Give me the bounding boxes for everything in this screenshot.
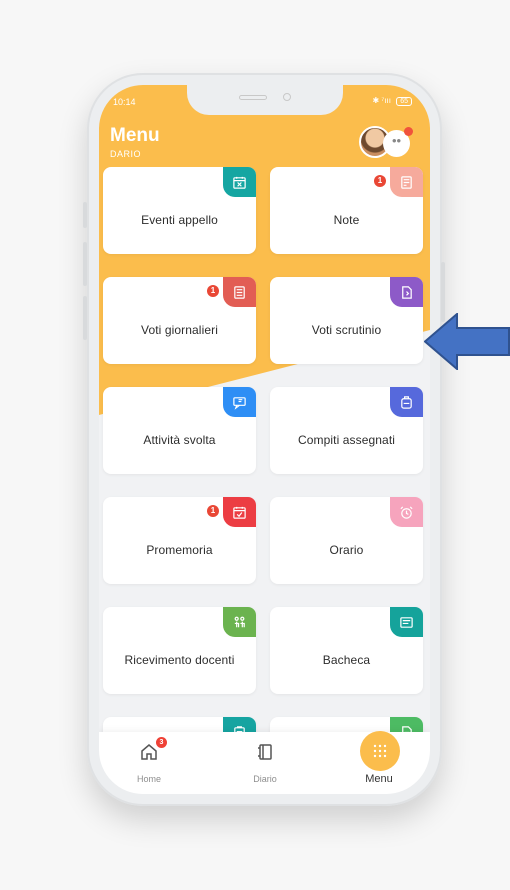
nav-diario[interactable]: Diario	[225, 732, 305, 794]
menu-card-label: Eventi appello	[141, 213, 218, 227]
menu-card-label: Orario	[329, 543, 364, 557]
nav-diario-label: Diario	[253, 774, 277, 784]
menu-card-label: Voti giornalieri	[141, 323, 218, 337]
note-icon	[390, 167, 423, 197]
nav-home[interactable]: 3 Home	[109, 732, 189, 794]
menu-card[interactable]: Orario	[270, 497, 423, 584]
signal-icon: ✱ ⁷ııı	[372, 96, 391, 105]
backpack-icon	[390, 387, 423, 417]
clipboard-icon	[223, 717, 256, 732]
document-icon	[390, 717, 423, 732]
nav-home-label: Home	[136, 774, 161, 784]
alarm-clock-icon	[390, 497, 423, 527]
bottom-navigation: 3 Home Diario Menu	[99, 731, 430, 794]
app-screen: 10:14 ✱ ⁷ııı 65 Menu DARIO •• Eventi app…	[99, 85, 430, 794]
battery-icon: 65	[396, 97, 412, 106]
menu-card-label: Ricevimento docenti	[124, 653, 235, 667]
home-badge: 3	[156, 737, 167, 748]
status-bar: 10:14 ✱ ⁷ııı 65	[99, 85, 430, 119]
calendar-check-icon	[223, 497, 256, 527]
status-time: 10:14	[113, 97, 136, 107]
notification-badge: 1	[374, 175, 386, 187]
notification-badge: 1	[207, 505, 219, 517]
diary-icon	[258, 744, 272, 760]
phone-notch	[187, 85, 343, 115]
menu-card[interactable]	[103, 717, 256, 732]
menu-card[interactable]: 1 Promemoria	[103, 497, 256, 584]
calendar-x-icon	[223, 167, 256, 197]
scrutiny-icon	[390, 277, 423, 307]
user-name: DARIO	[110, 149, 142, 159]
grades-icon	[223, 277, 256, 307]
menu-grid: Eventi appello 1 Note 1 Voti giornalieri Voti…	[99, 167, 430, 732]
page-header: Menu DARIO	[110, 125, 160, 159]
menu-card[interactable]: Eventi appello	[103, 167, 256, 254]
menu-card-label: Bacheca	[322, 653, 371, 667]
menu-card[interactable]: Compiti assegnati	[270, 387, 423, 474]
status-icons: ✱ ⁷ııı 65	[372, 96, 412, 106]
notification-dot	[404, 127, 413, 136]
menu-card[interactable]: Attività svolta	[103, 387, 256, 474]
menu-card-label: Promemoria	[146, 543, 213, 557]
nav-menu-label: Menu	[365, 773, 393, 785]
menu-card-label: Compiti assegnati	[297, 433, 396, 447]
grid-dots-icon	[360, 731, 400, 771]
menu-card[interactable]: Bacheca	[270, 607, 423, 694]
meeting-icon	[223, 607, 256, 637]
board-icon	[390, 607, 423, 637]
activity-icon	[223, 387, 256, 417]
menu-card[interactable]: Ricevimento docenti	[103, 607, 256, 694]
menu-card[interactable]	[270, 717, 423, 732]
menu-card[interactable]: 1 Voti giornalieri	[103, 277, 256, 364]
menu-card[interactable]: Voti scrutinio	[270, 277, 423, 364]
phone-volume-down-button	[83, 296, 87, 340]
menu-card-label: Voti scrutinio	[311, 323, 382, 337]
menu-card[interactable]: 1 Note	[270, 167, 423, 254]
page-title: Menu	[110, 125, 160, 146]
pointer-arrow	[424, 313, 510, 370]
phone-side-button	[83, 202, 87, 228]
nav-menu[interactable]: Menu	[339, 731, 419, 794]
notification-badge: 1	[207, 285, 219, 297]
speaker-icon	[239, 95, 267, 100]
menu-card-label: Note	[333, 213, 360, 227]
phone-volume-up-button	[83, 242, 87, 286]
menu-card-label: Attività svolta	[143, 433, 216, 447]
camera-icon	[283, 93, 291, 101]
